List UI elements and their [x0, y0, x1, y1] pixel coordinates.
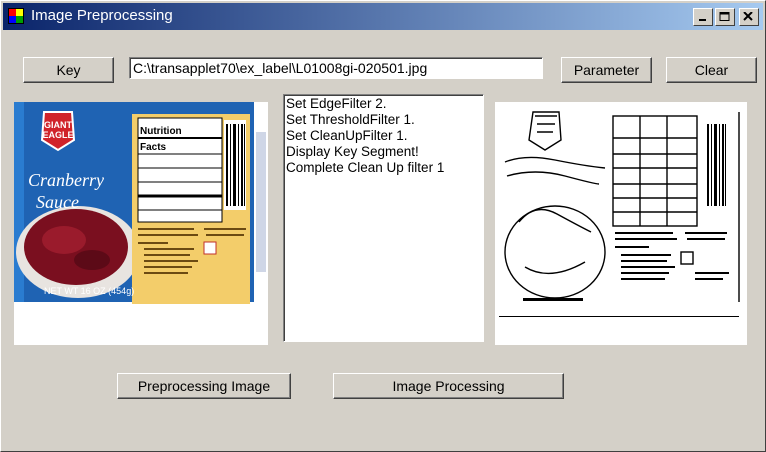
log-line[interactable]: Complete Clean Up filter 1 [286, 160, 481, 176]
svg-text:NET WT 16 OZ (454g): NET WT 16 OZ (454g) [44, 286, 134, 296]
title-bar[interactable]: Image Preprocessing [3, 3, 763, 30]
minimize-icon [699, 19, 706, 21]
log-line[interactable]: Set EdgeFilter 2. [286, 96, 481, 112]
preprocessing-image-button[interactable]: Preprocessing Image [117, 373, 291, 399]
log-line[interactable]: Set CleanUpFilter 1. [286, 128, 481, 144]
processed-image [495, 102, 747, 345]
svg-text:EAGLE: EAGLE [42, 130, 73, 140]
image-path-field[interactable]: C:\transapplet70\ex_label\L01008gi-02050… [129, 57, 543, 79]
original-image: GIANT EAGLE Cranberry Sauce Nutrition Fa… [14, 102, 268, 345]
key-button[interactable]: Key [23, 57, 114, 83]
window-title: Image Preprocessing [31, 7, 173, 24]
svg-text:Nutrition: Nutrition [140, 126, 182, 137]
image-processing-button[interactable]: Image Processing [333, 373, 564, 399]
close-button[interactable] [739, 8, 759, 26]
log-listbox[interactable]: Set EdgeFilter 2. Set ThresholdFilter 1.… [283, 94, 484, 342]
svg-text:Facts: Facts [140, 142, 167, 153]
app-icon [8, 8, 24, 24]
parameter-button[interactable]: Parameter [561, 57, 652, 83]
maximize-button[interactable] [715, 8, 735, 26]
maximize-icon [719, 12, 730, 21]
svg-text:Sauce: Sauce [36, 192, 79, 212]
app-window: Image Preprocessing Key C:\transapplet70… [0, 0, 766, 452]
close-icon [743, 12, 753, 21]
log-line[interactable]: Display Key Segment! [286, 144, 481, 160]
minimize-button[interactable] [693, 8, 713, 26]
svg-text:GIANT: GIANT [44, 120, 73, 130]
clear-button[interactable]: Clear [666, 57, 757, 83]
svg-text:Cranberry: Cranberry [28, 170, 104, 190]
barcode-graphic [224, 120, 246, 210]
log-line[interactable]: Set ThresholdFilter 1. [286, 112, 481, 128]
